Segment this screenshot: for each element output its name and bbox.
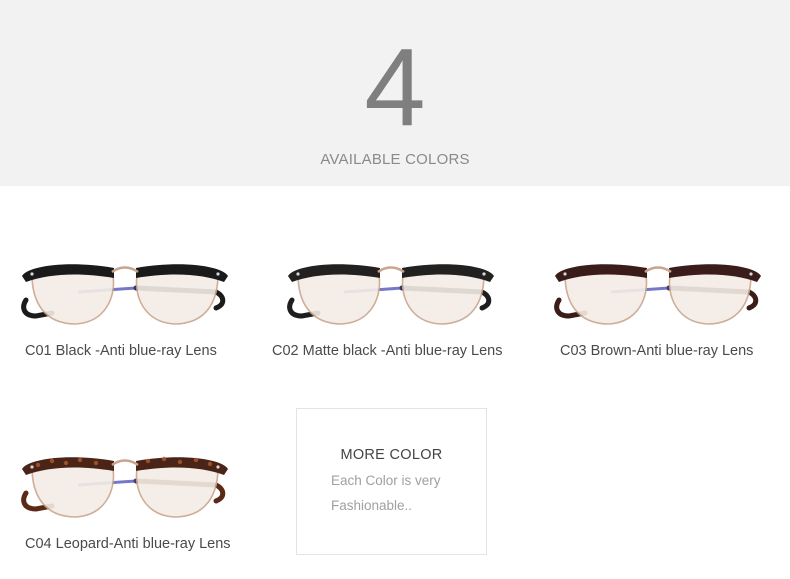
glasses-image — [554, 264, 761, 325]
bridge — [377, 266, 405, 274]
bridge — [644, 266, 672, 274]
lens-right — [135, 268, 219, 325]
leopard-spot — [77, 457, 83, 463]
rivet — [482, 272, 486, 276]
rivet — [216, 272, 220, 276]
section-subtitle: AVAILABLE COLORS — [320, 151, 470, 168]
leopard-spot — [161, 456, 167, 462]
rivet — [216, 465, 220, 469]
leopard-spot — [63, 460, 69, 466]
product-caption-c01: C01 Black -Anti blue-ray Lens — [25, 343, 217, 359]
leopard-spot — [207, 461, 213, 467]
more-color-line-1: Each Color is very — [331, 473, 441, 488]
glasses-image — [21, 264, 228, 325]
rivet — [30, 272, 34, 276]
lens-right — [135, 461, 219, 518]
leopard-spot — [93, 460, 99, 466]
product-c01[interactable] — [18, 258, 232, 332]
leopard-spot — [177, 459, 183, 465]
glasses-image — [287, 264, 494, 325]
lens-right — [668, 268, 752, 325]
product-caption-c02: C02 Matte black -Anti blue-ray Lens — [272, 343, 503, 359]
product-caption-c04: C04 Leopard-Anti blue-ray Lens — [25, 536, 231, 552]
product-c03[interactable] — [551, 258, 765, 332]
leopard-spot — [193, 457, 199, 463]
header-banner: 4 AVAILABLE COLORS — [0, 0, 790, 186]
more-color-box[interactable]: MORE COLOR Each Color is very Fashionabl… — [296, 408, 487, 555]
rivet — [749, 272, 753, 276]
product-c04[interactable] — [18, 451, 232, 525]
product-caption-c03: C03 Brown-Anti blue-ray Lens — [560, 343, 754, 359]
bridge — [111, 266, 139, 274]
section-number: 4 — [364, 26, 426, 149]
leopard-spot — [49, 458, 55, 464]
leopard-spot — [145, 458, 151, 464]
rivet — [296, 272, 300, 276]
rivet — [563, 272, 567, 276]
lens-right — [401, 268, 485, 325]
more-color-title: MORE COLOR — [340, 447, 443, 463]
more-color-line-2: Fashionable.. — [331, 498, 413, 513]
bridge — [111, 459, 139, 467]
glasses-image — [21, 456, 228, 518]
leopard-spot — [35, 462, 41, 468]
rivet — [30, 465, 34, 469]
product-c02[interactable] — [284, 258, 498, 332]
